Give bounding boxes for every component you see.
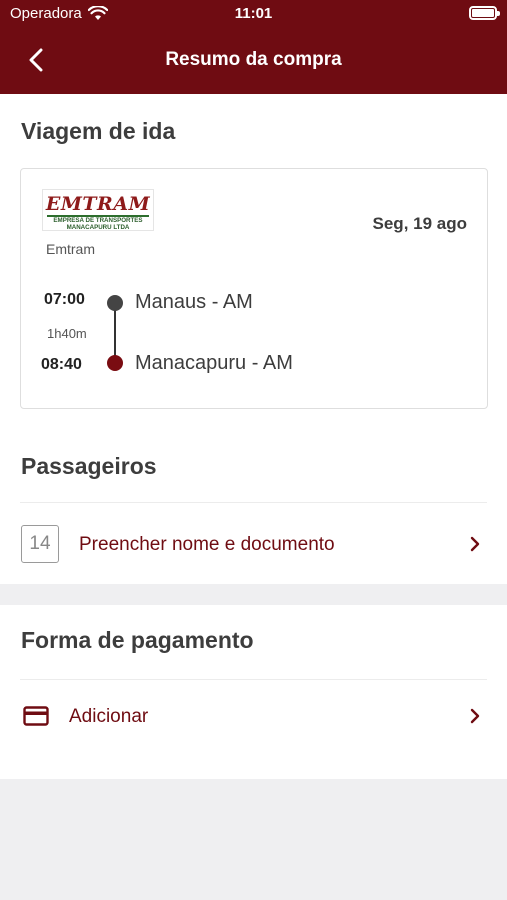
company-logo: EMTRAM EMPRESA DE TRANSPORTES MANACAPURU… (42, 189, 154, 231)
arrival-time: 08:40 (41, 356, 82, 373)
status-bar: Operadora 11:01 (0, 0, 507, 28)
company-name: Emtram (46, 241, 95, 257)
chevron-right-icon (470, 536, 480, 552)
top-bar: Operadora 11:01 Resumo da compra (0, 0, 507, 94)
route-line (114, 305, 116, 359)
passengers-title: Passageiros (21, 453, 157, 479)
trip-date: Seg, 19 ago (372, 214, 467, 233)
outbound-title: Viagem de ida (21, 118, 176, 144)
arrival-city: Manacapuru - AM (135, 352, 293, 374)
departure-time: 07:00 (44, 291, 85, 308)
divider (20, 502, 487, 503)
departure-city: Manaus - AM (135, 291, 253, 313)
chevron-right-icon (470, 708, 480, 724)
summary-section: Viagem de ida EMTRAM EMPRESA DE TRANSPOR… (0, 94, 507, 584)
divider (20, 679, 487, 680)
payment-section: Forma de pagamento Adicionar (0, 605, 507, 779)
payment-title: Forma de pagamento (21, 627, 254, 653)
credit-card-icon (23, 706, 49, 726)
trip-duration: 1h40m (47, 326, 87, 341)
page-title: Resumo da compra (165, 49, 342, 70)
add-payment-label: Adicionar (69, 706, 149, 727)
clock: 11:01 (234, 5, 273, 22)
arrival-dot (107, 355, 123, 371)
departure-dot (107, 295, 123, 311)
passenger-count-badge: 14 (21, 525, 59, 563)
battery-icon (469, 6, 500, 20)
fill-passenger-label: Preencher nome e documento (79, 534, 335, 555)
trip-card: EMTRAM EMPRESA DE TRANSPORTES MANACAPURU… (20, 168, 488, 409)
fill-passenger-row[interactable]: 14 Preencher nome e documento (0, 504, 507, 584)
add-payment-row[interactable]: Adicionar (0, 681, 507, 761)
